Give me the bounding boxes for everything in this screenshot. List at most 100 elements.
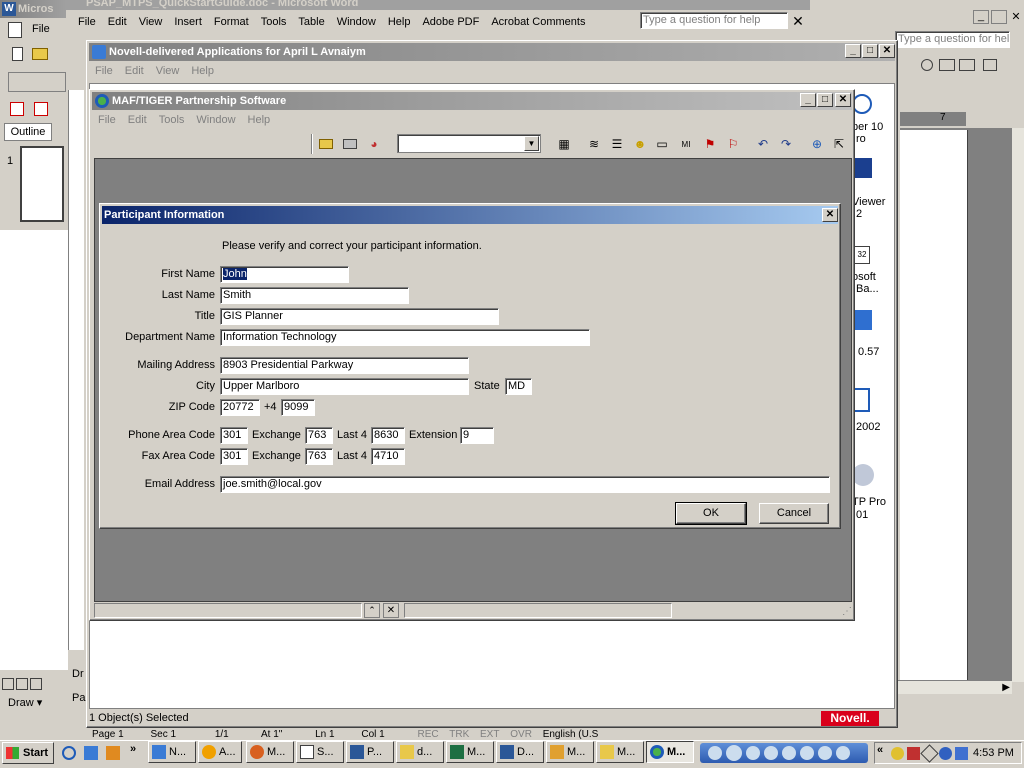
pdf-icon-2[interactable]	[34, 102, 48, 116]
word3-max[interactable]	[991, 10, 1007, 24]
fax-area-field[interactable]: 301	[220, 448, 248, 465]
fax-last4-field[interactable]: 4710	[371, 448, 405, 465]
first-name-field[interactable]: John	[220, 266, 349, 283]
word3-close[interactable]: ✕	[1008, 10, 1024, 24]
task-folder-d[interactable]: d...	[396, 741, 444, 763]
word3-min[interactable]: _	[973, 10, 989, 24]
web-view-icon[interactable]	[16, 678, 28, 690]
start-button[interactable]: Start	[2, 742, 54, 764]
clock-icon[interactable]	[852, 94, 872, 114]
layout-icon-2[interactable]	[959, 59, 975, 71]
ms-app-icon[interactable]: 32	[854, 246, 870, 264]
viewer-icon[interactable]	[854, 158, 872, 178]
open-folder-icon[interactable]	[316, 134, 336, 154]
resize-grip-icon[interactable]: ⋰	[842, 606, 852, 617]
task-m1[interactable]: M...	[546, 741, 594, 763]
restore-pane-icon[interactable]: ⌃	[364, 603, 380, 618]
word-help-input[interactable]: Type a question for help	[640, 12, 788, 29]
radio-icon[interactable]	[921, 59, 933, 71]
scroll-right-icon[interactable]: ▶	[1002, 682, 1010, 693]
phone-exchange-field[interactable]: 763	[305, 427, 333, 444]
draw-menu[interactable]: Draw ▾	[8, 696, 42, 709]
task-word-p[interactable]: P...	[346, 741, 394, 763]
measure-icon[interactable]: MI	[676, 134, 696, 154]
maf-menu-help[interactable]: Help	[242, 114, 277, 126]
zoom-globe-icon[interactable]: ⊕	[807, 134, 827, 154]
menu-help[interactable]: Help	[382, 16, 417, 28]
select-cursor-icon[interactable]: ⇱	[829, 134, 849, 154]
maf-menu-file[interactable]: File	[92, 114, 122, 126]
task-a[interactable]: A...	[198, 741, 242, 763]
task-word-d[interactable]: D...	[496, 741, 544, 763]
media-play-icon[interactable]	[726, 745, 742, 761]
mailing-address-field[interactable]: 8903 Presidential Parkway	[220, 357, 469, 374]
last-name-field[interactable]: Smith	[220, 287, 409, 304]
print-view-icon[interactable]	[30, 678, 42, 690]
tray-icon-1[interactable]	[891, 747, 904, 760]
menu-format[interactable]: Format	[208, 16, 255, 28]
palette-icon[interactable]: ◕	[364, 134, 384, 154]
novell-maximize-button[interactable]: □	[862, 44, 878, 58]
menu-tools[interactable]: Tools	[255, 16, 293, 28]
maf-close-button[interactable]: ✕	[835, 93, 851, 107]
state-field[interactable]: MD	[505, 378, 532, 395]
tray-icon-4[interactable]	[939, 747, 952, 760]
layout-icon-1[interactable]	[939, 59, 955, 71]
layer-select[interactable]: ▼	[397, 134, 541, 153]
phone-area-field[interactable]: 301	[220, 427, 248, 444]
list-icon[interactable]: ☰	[607, 134, 627, 154]
media-stop-icon[interactable]	[764, 746, 778, 760]
novell-close-button[interactable]: ✕	[879, 44, 895, 58]
media-prev-icon[interactable]	[708, 746, 722, 760]
task-s[interactable]: S...	[296, 741, 344, 763]
tray-chevron-icon[interactable]: «	[877, 744, 883, 756]
draw-label[interactable]: Draw	[8, 697, 34, 709]
normal-view-icon[interactable]	[2, 678, 14, 690]
media-volume-icon[interactable]	[836, 746, 850, 760]
pdf-icon-1[interactable]	[10, 102, 24, 116]
menu-insert[interactable]: Insert	[168, 16, 208, 28]
add-flag-icon[interactable]: ⚑	[700, 134, 720, 154]
chevron-down-icon[interactable]: ▼	[524, 136, 539, 151]
label-icon[interactable]: ▭	[652, 134, 672, 154]
table-icon[interactable]: ▦	[554, 134, 574, 154]
task-maf-active[interactable]: M...	[646, 741, 694, 763]
undo-icon[interactable]: ↶	[753, 134, 773, 154]
novell-menu-file[interactable]: File	[89, 65, 119, 77]
word-left-file-menu[interactable]: File	[32, 23, 50, 35]
media-next-icon[interactable]	[818, 746, 832, 760]
media-icon[interactable]	[106, 746, 120, 760]
zip4-field[interactable]: 9099	[281, 399, 315, 416]
open-folder-icon[interactable]	[32, 48, 48, 60]
tab-outline[interactable]: Outline	[4, 123, 52, 141]
maf-minimize-button[interactable]: _	[800, 93, 816, 107]
menu-table[interactable]: Table	[292, 16, 330, 28]
page-thumbnail[interactable]	[20, 146, 64, 222]
clock[interactable]: 4:53 PM	[973, 747, 1014, 759]
layout-icon-3[interactable]	[983, 59, 997, 71]
tray-icon-2[interactable]	[907, 747, 920, 760]
close-pane-icon[interactable]: ✕	[383, 603, 399, 618]
word3-hscroll[interactable]: ▶	[895, 680, 1012, 694]
zip-field[interactable]: 20772	[220, 399, 260, 416]
maf-menu-tools[interactable]: Tools	[153, 114, 191, 126]
quicklaunch-chevron[interactable]: »	[130, 743, 136, 755]
tray-icon-5[interactable]	[955, 747, 968, 760]
outlook-icon[interactable]	[84, 746, 98, 760]
maf-menu-edit[interactable]: Edit	[122, 114, 153, 126]
task-firefox[interactable]: M...	[246, 741, 294, 763]
menu-acrobat-comments[interactable]: Acrobat Comments	[485, 16, 591, 28]
word3-vscroll[interactable]	[1012, 128, 1024, 682]
ftp-app-icon[interactable]	[852, 464, 874, 486]
menu-file[interactable]: File	[72, 16, 102, 28]
redo-icon[interactable]: ↷	[776, 134, 796, 154]
maf-maximize-button[interactable]: □	[817, 93, 833, 107]
print-icon[interactable]	[340, 134, 360, 154]
network-app-icon[interactable]	[854, 310, 872, 330]
close-icon[interactable]: ✕	[791, 12, 805, 30]
word3-help-input[interactable]: Type a question for help	[895, 31, 1010, 48]
task-novell[interactable]: N...	[148, 741, 196, 763]
novell-menu-help[interactable]: Help	[185, 65, 220, 77]
tray-icon-3[interactable]	[920, 744, 939, 763]
ie-icon[interactable]	[62, 746, 76, 760]
